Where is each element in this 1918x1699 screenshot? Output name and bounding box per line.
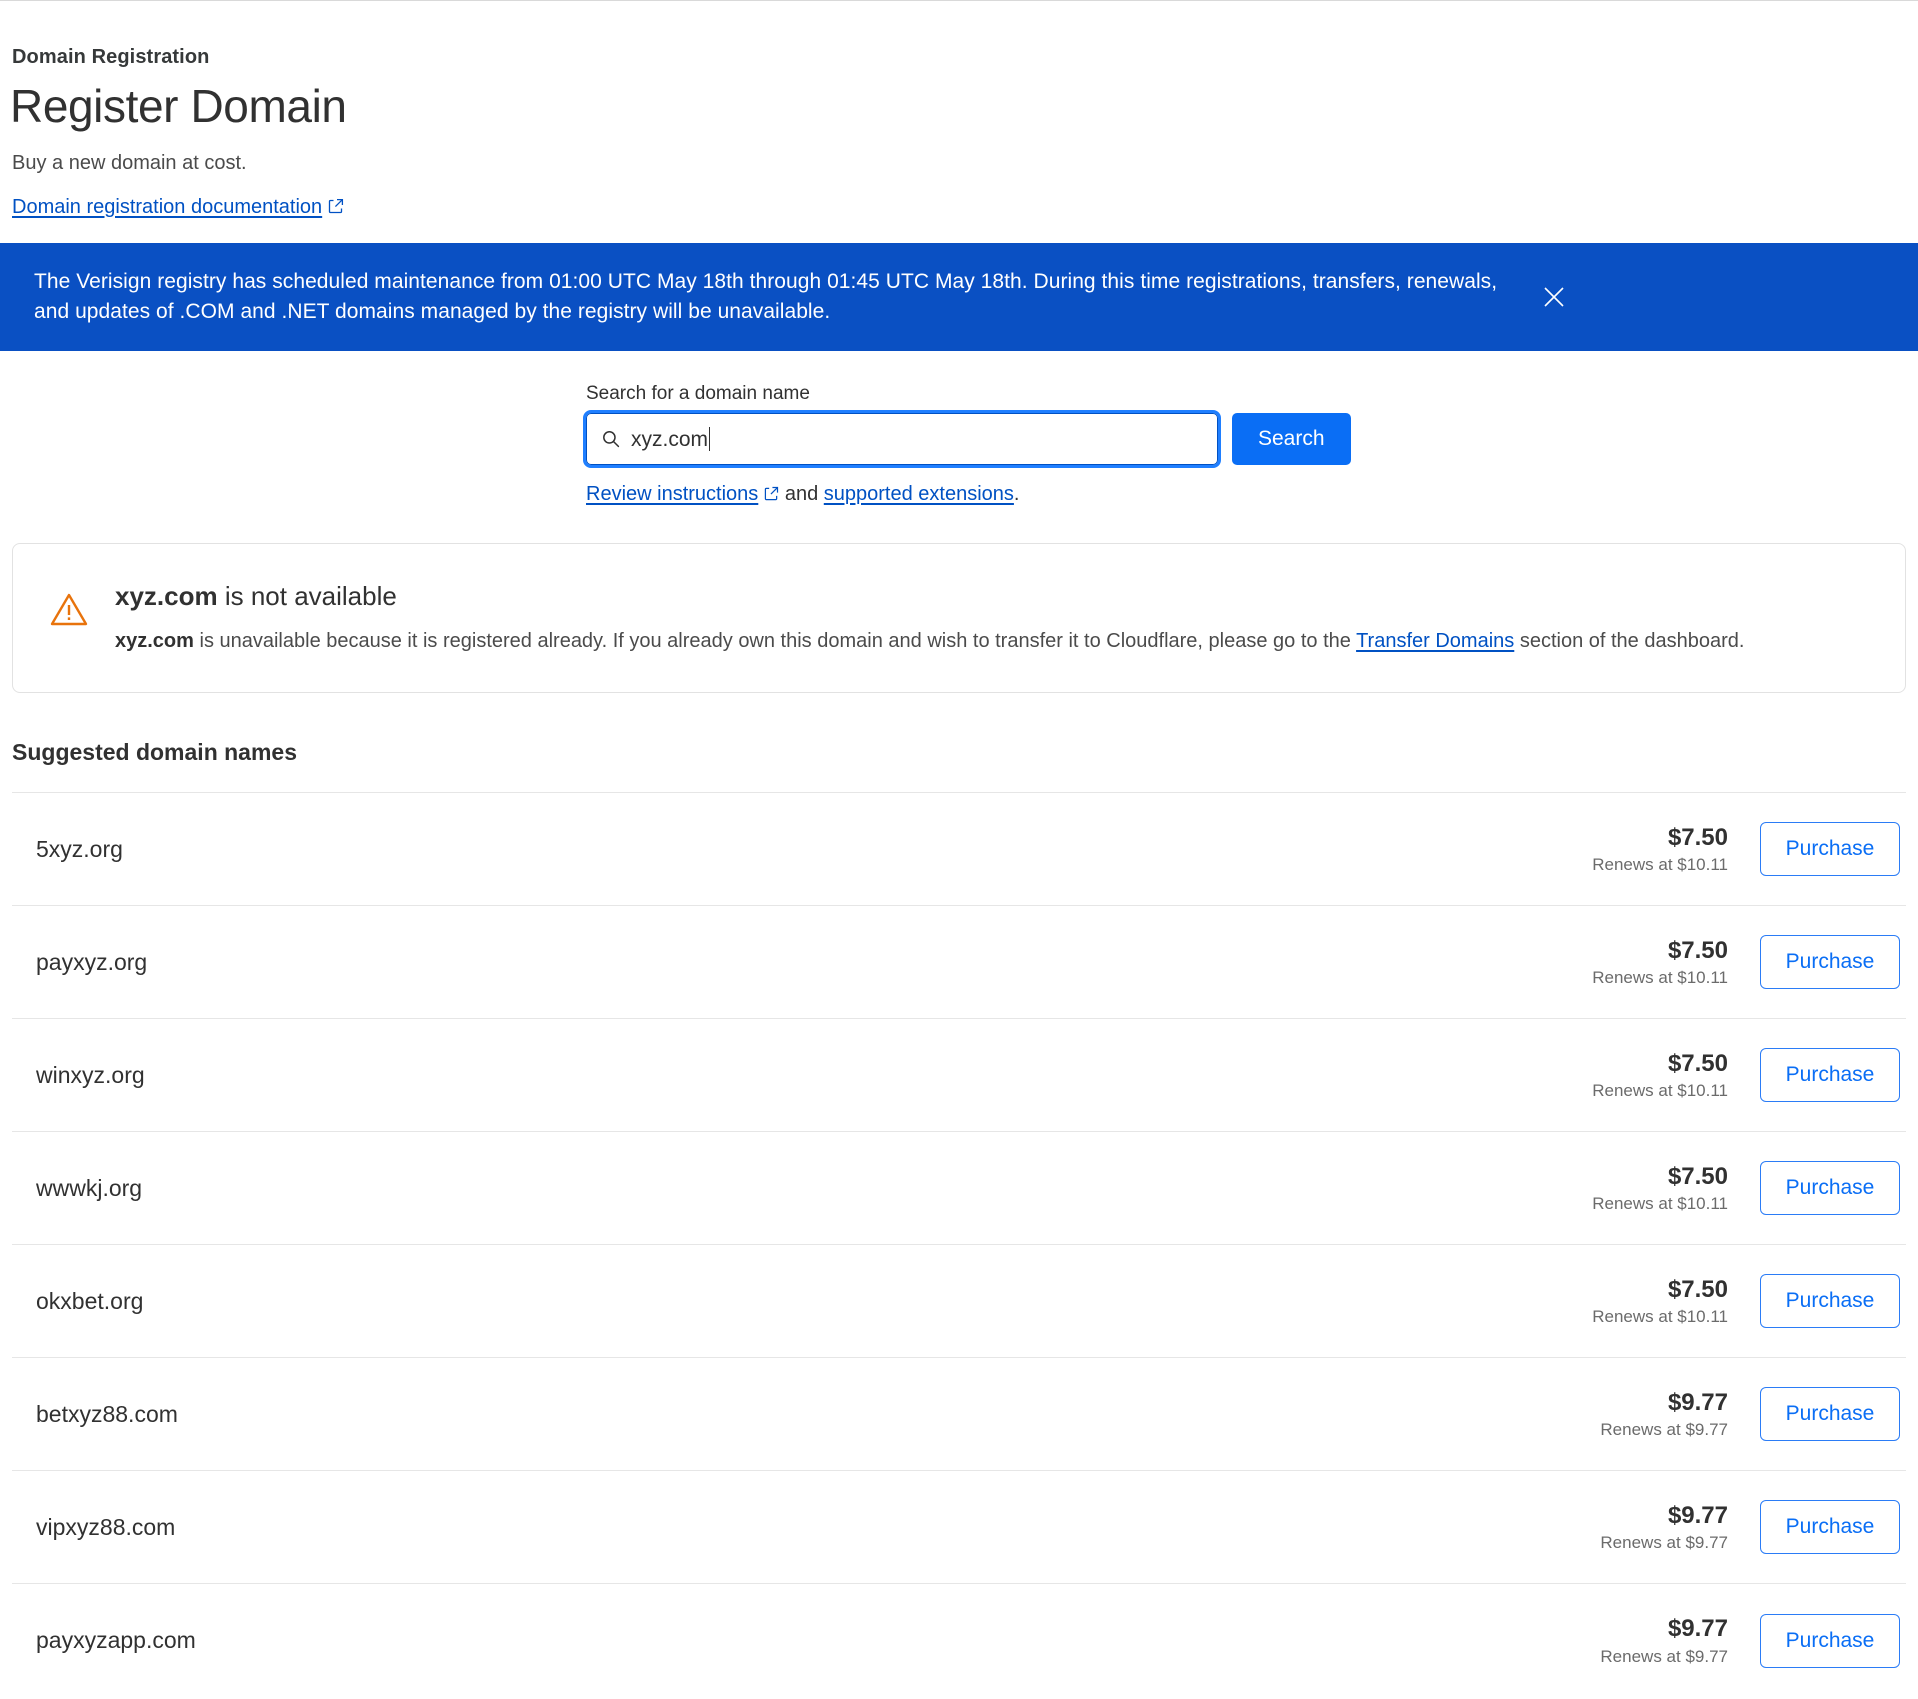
price-block: $7.50 Renews at $10.11 (1592, 1163, 1728, 1215)
domain-price: $7.50 (1592, 1276, 1728, 1304)
purchase-button[interactable]: Purchase (1760, 1274, 1900, 1328)
alert-body-domain: xyz.com (115, 630, 194, 652)
domain-price: $9.77 (1600, 1615, 1728, 1643)
domain-name: payxyz.org (36, 949, 1592, 976)
register-domain-page: Domain Registration Register Domain Buy … (0, 1, 1918, 1697)
alert-title-domain: xyz.com (115, 581, 218, 611)
table-row: payxyzapp.com$9.77 Renews at $9.77 Purchas… (12, 1584, 1906, 1697)
purchase-button[interactable]: Purchase (1760, 1387, 1900, 1441)
domain-name: payxyzapp.com (36, 1627, 1600, 1654)
search-icon (601, 429, 621, 449)
purchase-button[interactable]: Purchase (1760, 1500, 1900, 1554)
maintenance-banner: The Verisign registry has scheduled main… (0, 243, 1918, 352)
text-cursor (709, 427, 710, 451)
renewal-price: Renews at $10.11 (1592, 1194, 1728, 1214)
maintenance-banner-text: The Verisign registry has scheduled main… (34, 267, 1514, 328)
domain-price: $7.50 (1592, 1050, 1728, 1078)
purchase-button[interactable]: Purchase (1760, 1048, 1900, 1102)
documentation-link[interactable]: Domain registration documentation (12, 196, 322, 218)
table-row: winxyz.org$7.50 Renews at $10.11 Purchase (12, 1019, 1906, 1132)
documentation-link-label: Domain registration documentation (12, 196, 322, 218)
suggested-domains-heading: Suggested domain names (12, 739, 1918, 766)
table-row: okxbet.org$7.50 Renews at $10.11 Purchase (12, 1245, 1906, 1358)
domain-price: $7.50 (1592, 824, 1728, 852)
price-block: $9.77 Renews at $9.77 (1600, 1502, 1728, 1554)
page-subtitle: Buy a new domain at cost. (12, 150, 1918, 176)
search-hints: Review instructions and supported extens… (586, 483, 1918, 507)
review-instructions-link[interactable]: Review instructions (586, 483, 758, 505)
page-header: Domain Registration Register Domain Buy … (0, 1, 1918, 219)
domain-price: $9.77 (1600, 1389, 1728, 1417)
price-block: $7.50 Renews at $10.11 (1592, 1276, 1728, 1328)
table-row: vipxyz88.com$9.77 Renews at $9.77 Purchase (12, 1471, 1906, 1584)
alert-body: xyz.com is unavailable because it is reg… (115, 627, 1744, 655)
search-input-wrapper[interactable]: xyz.com (586, 413, 1218, 465)
close-icon[interactable] (1534, 277, 1574, 317)
alert-title-rest: is not available (218, 581, 397, 611)
external-link-icon (764, 484, 779, 507)
renewal-price: Renews at $10.11 (1592, 1081, 1728, 1101)
search-input[interactable]: xyz.com (631, 429, 708, 450)
breadcrumb: Domain Registration (12, 45, 1918, 69)
renewal-price: Renews at $10.11 (1592, 855, 1728, 875)
alert-title: xyz.com is not available (115, 580, 1744, 613)
renewal-price: Renews at $9.77 (1600, 1420, 1728, 1440)
domain-price: $7.50 (1592, 1163, 1728, 1191)
domain-name: wwwkj.org (36, 1175, 1592, 1202)
purchase-button[interactable]: Purchase (1760, 935, 1900, 989)
transfer-domains-link[interactable]: Transfer Domains (1356, 630, 1514, 652)
table-row: payxyz.org$7.50 Renews at $10.11 Purchase (12, 906, 1906, 1019)
hint-conjunction: and (779, 483, 823, 505)
page-title: Register Domain (10, 81, 1918, 132)
suggested-domains-list: 5xyz.org$7.50Renews at $10.11Purchasepay… (12, 792, 1906, 1697)
renewal-price: Renews at $9.77 (1600, 1647, 1728, 1667)
hint-period: . (1014, 483, 1020, 505)
domain-unavailable-alert: xyz.com is not available xyz.com is unav… (12, 543, 1906, 693)
table-row: 5xyz.org$7.50 Renews at $10.11 Purchase (12, 793, 1906, 906)
domain-name: winxyz.org (36, 1062, 1592, 1089)
domain-price: $7.50 (1592, 937, 1728, 965)
alert-body-before: is unavailable because it is registered … (194, 630, 1356, 652)
renewal-price: Renews at $10.11 (1592, 968, 1728, 988)
search-row: xyz.com Search (586, 413, 1918, 465)
table-row: betxyz88.com$9.77 Renews at $9.77 Purchase (12, 1358, 1906, 1471)
renewal-price: Renews at $10.11 (1592, 1307, 1728, 1327)
table-row: wwwkj.org$7.50 Renews at $10.11 Purchase (12, 1132, 1906, 1245)
price-block: $9.77 Renews at $9.77 (1600, 1389, 1728, 1441)
alert-content: xyz.com is not available xyz.com is unav… (115, 580, 1744, 655)
external-link-icon (328, 198, 344, 219)
documentation-link-wrap: Domain registration documentation (12, 196, 1918, 219)
domain-name: 5xyz.org (36, 836, 1592, 863)
domain-name: vipxyz88.com (36, 1514, 1600, 1541)
price-block: $7.50 Renews at $10.11 (1592, 1050, 1728, 1102)
price-block: $7.50 Renews at $10.11 (1592, 824, 1728, 876)
warning-triangle-icon (49, 590, 89, 635)
purchase-button[interactable]: Purchase (1760, 1614, 1900, 1668)
purchase-button[interactable]: Purchase (1760, 1161, 1900, 1215)
renewal-price: Renews at $9.77 (1600, 1533, 1728, 1553)
search-label: Search for a domain name (586, 383, 1918, 405)
alert-body-after: section of the dashboard. (1514, 630, 1744, 652)
search-button[interactable]: Search (1232, 413, 1351, 465)
domain-name: betxyz88.com (36, 1401, 1600, 1428)
price-block: $9.77 Renews at $9.77 (1600, 1615, 1728, 1667)
purchase-button[interactable]: Purchase (1760, 822, 1900, 876)
supported-extensions-link[interactable]: supported extensions (824, 483, 1014, 505)
domain-name: okxbet.org (36, 1288, 1592, 1315)
price-block: $7.50 Renews at $10.11 (1592, 937, 1728, 989)
domain-price: $9.77 (1600, 1502, 1728, 1530)
domain-search-area: Search for a domain name xyz.com Search … (0, 383, 1918, 507)
